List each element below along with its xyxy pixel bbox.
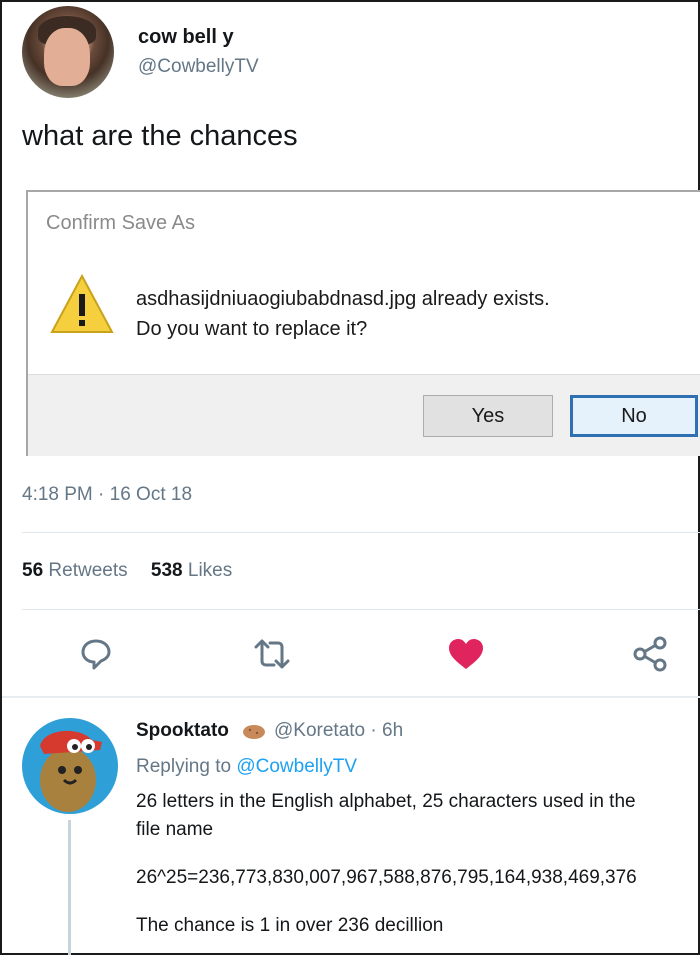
action-bar bbox=[2, 632, 700, 682]
reply-author-handle[interactable]: @Koretato bbox=[274, 720, 365, 741]
likes-label[interactable]: Likes bbox=[188, 560, 232, 581]
yes-button[interactable]: Yes bbox=[423, 395, 553, 437]
reply-body: 26 letters in the English alphabet, 25 c… bbox=[136, 788, 700, 940]
tweet-header: cow bell y @CowbellyTV bbox=[22, 6, 682, 98]
dialog-message: asdhasijdniuaogiubabdnasd.jpg already ex… bbox=[136, 284, 550, 344]
reply-time[interactable]: · 6h bbox=[370, 720, 403, 741]
reply-avatar[interactable] bbox=[22, 718, 118, 814]
replying-to: Replying to @CowbellyTV bbox=[136, 756, 357, 778]
dialog-message-line1: asdhasijdniuaogiubabdnasd.jpg already ex… bbox=[136, 288, 550, 310]
reply-line: 26 letters in the English alphabet, 25 c… bbox=[136, 791, 636, 812]
divider bbox=[22, 532, 700, 533]
tweet-timestamp[interactable]: 4:18 PM · 16 Oct 18 bbox=[22, 484, 192, 506]
avatar[interactable] bbox=[22, 6, 114, 98]
tweet-stats: 56 Retweets 538 Likes bbox=[22, 560, 232, 582]
dialog-title: Confirm Save As bbox=[46, 212, 195, 234]
reply-meta: @Koretato · 6h bbox=[274, 720, 403, 742]
reply-author-name[interactable]: Spooktato bbox=[136, 720, 229, 742]
author-name[interactable]: cow bell y bbox=[138, 26, 234, 49]
no-button[interactable]: No bbox=[570, 395, 698, 437]
share-icon[interactable] bbox=[630, 632, 670, 676]
reply-tweet: Spooktato @Koretato · 6h Replying to @Co… bbox=[2, 702, 700, 955]
reply-line: The chance is 1 in over 236 decillion bbox=[136, 915, 444, 936]
dialog-message-line2: Do you want to replace it? bbox=[136, 318, 368, 340]
avatar-face bbox=[44, 28, 90, 86]
reply-line: file name bbox=[136, 819, 214, 840]
like-icon[interactable] bbox=[446, 632, 486, 676]
replying-prefix: Replying to bbox=[136, 756, 232, 777]
author-handle[interactable]: @CowbellyTV bbox=[138, 56, 259, 78]
divider bbox=[22, 609, 700, 610]
reply-line: 26^25=236,773,830,007,967,588,876,795,16… bbox=[136, 867, 637, 888]
thread-line bbox=[68, 820, 71, 955]
retweets-count[interactable]: 56 bbox=[22, 560, 43, 581]
replying-mention[interactable]: @CowbellyTV bbox=[236, 756, 357, 777]
section-separator bbox=[2, 696, 700, 698]
confirm-save-dialog: Confirm Save As asdhasijdniuaogiubabdnas… bbox=[26, 190, 700, 456]
warning-icon bbox=[50, 274, 114, 333]
retweet-icon[interactable] bbox=[252, 632, 292, 676]
potato-emoji-icon bbox=[243, 725, 265, 739]
likes-count[interactable]: 538 bbox=[151, 560, 183, 581]
retweets-label[interactable]: Retweets bbox=[48, 560, 127, 581]
reply-icon[interactable] bbox=[76, 632, 116, 676]
tweet-text: what are the chances bbox=[22, 120, 298, 152]
dialog-footer: Yes No bbox=[28, 374, 700, 456]
